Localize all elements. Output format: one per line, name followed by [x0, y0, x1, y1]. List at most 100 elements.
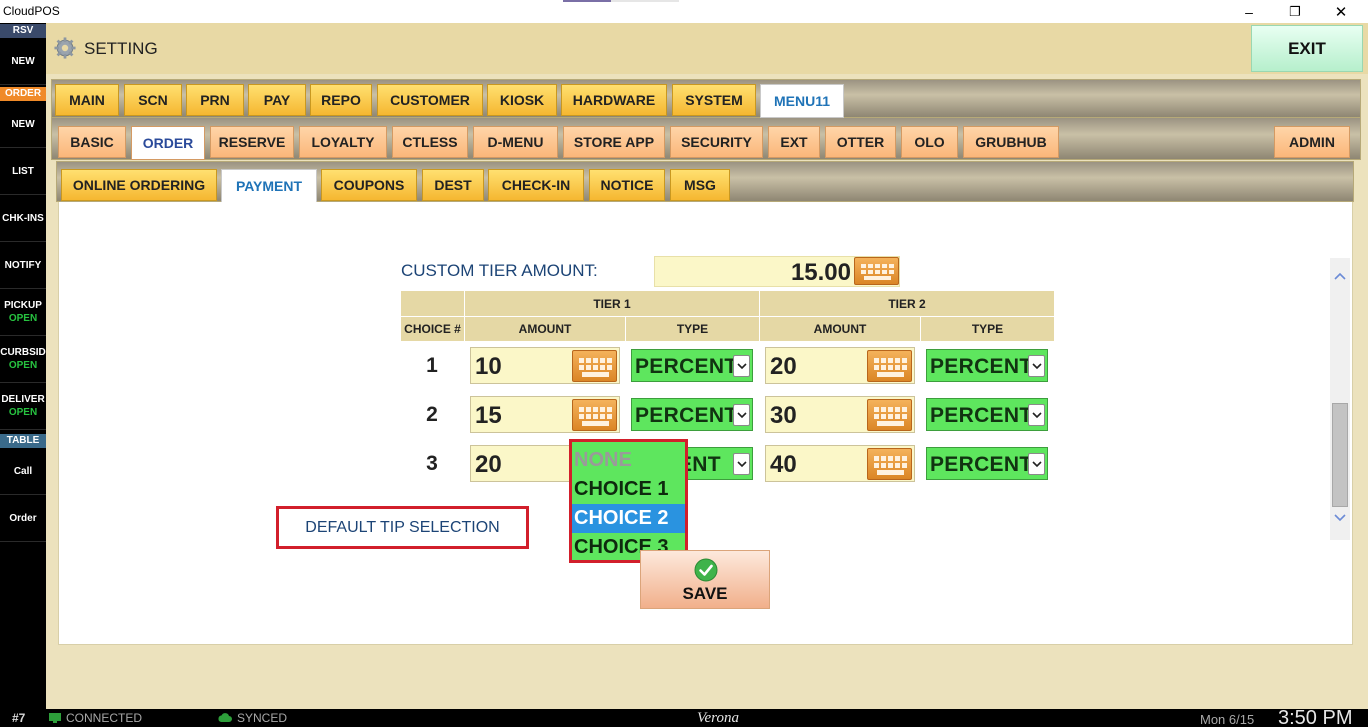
- tab-repo[interactable]: REPO: [310, 84, 372, 116]
- sidebar-item-call[interactable]: Call: [0, 448, 46, 495]
- tab-coupons[interactable]: COUPONS: [321, 169, 417, 201]
- status-open: OPEN: [8, 360, 38, 371]
- tab-dest[interactable]: DEST: [422, 169, 484, 201]
- tab-msg[interactable]: MSG: [670, 169, 730, 201]
- tab-customer[interactable]: CUSTOMER: [377, 84, 483, 116]
- tab-pay[interactable]: PAY: [248, 84, 306, 116]
- tab-system[interactable]: SYSTEM: [672, 84, 756, 116]
- tier1-type-select[interactable]: PERCENT: [631, 398, 753, 431]
- tab-hardware[interactable]: HARDWARE: [561, 84, 667, 116]
- header-blank: [401, 291, 464, 316]
- scroll-down-icon[interactable]: [1330, 508, 1350, 528]
- cloud-icon: [218, 713, 232, 722]
- tab-grubhub[interactable]: GRUBHUB: [963, 126, 1059, 158]
- sidebar-item-rsv-new[interactable]: NEW: [0, 38, 46, 85]
- header-tier1-type: TYPE: [626, 317, 759, 341]
- choice-number: 1: [426, 354, 438, 377]
- network-icon: [49, 713, 61, 723]
- sidebar-item-curbside[interactable]: CURBSID OPEN: [0, 336, 46, 383]
- chevron-down-icon: [1028, 453, 1045, 475]
- sidebar-section-rsv: RSV: [0, 24, 46, 38]
- keyboard-icon[interactable]: [867, 448, 912, 480]
- status-bar: #7 CONNECTED SYNCED Verona Mon 6/15 3:50…: [0, 707, 1368, 727]
- header-choice: CHOICE #: [401, 317, 464, 341]
- sync-status: SYNCED: [237, 711, 288, 725]
- tab-menu11[interactable]: MENU11: [760, 84, 844, 118]
- vertical-scrollbar[interactable]: [1330, 258, 1350, 540]
- sidebar-item-order-new[interactable]: NEW: [0, 101, 46, 148]
- tab-basic[interactable]: BASIC: [58, 126, 126, 158]
- header-tier1-amount: AMOUNT: [465, 317, 625, 341]
- tier2-type-select[interactable]: PERCENT: [926, 398, 1048, 431]
- clock: 3:50 PM: [1278, 707, 1353, 727]
- tab-security[interactable]: SECURITY: [670, 126, 763, 158]
- left-sidebar: RSV NEW ORDER NEW LIST CHK-INS NOTIFY PI…: [0, 23, 46, 709]
- keyboard-icon[interactable]: [867, 399, 912, 431]
- default-tip-dropdown-list[interactable]: NONE CHOICE 1 CHOICE 2 CHOICE 3: [569, 439, 688, 563]
- tier2-type-select[interactable]: PERCENT: [926, 349, 1048, 382]
- date-label: Mon 6/15: [1200, 712, 1255, 727]
- choice-number: 2: [426, 403, 438, 426]
- title-bar: CloudPOS – ❐ ✕: [0, 0, 1368, 23]
- exit-button[interactable]: EXIT: [1251, 25, 1363, 72]
- tab-order[interactable]: ORDER: [131, 126, 205, 160]
- tab-olo[interactable]: OLO: [901, 126, 958, 158]
- default-tip-selection-label: DEFAULT TIP SELECTION: [276, 506, 529, 549]
- tab-d-menu[interactable]: D-MENU: [473, 126, 558, 158]
- tab-ext[interactable]: EXT: [768, 126, 820, 158]
- dropdown-option-choice-1[interactable]: CHOICE 1: [572, 475, 685, 504]
- title-accent-light: [611, 0, 679, 2]
- sidebar-item-pickup[interactable]: PICKUP OPEN: [0, 289, 46, 336]
- header-tier1: TIER 1: [465, 291, 759, 316]
- tab-prn[interactable]: PRN: [186, 84, 244, 116]
- dropdown-option-none[interactable]: NONE: [572, 446, 685, 475]
- choice-number: 3: [426, 452, 438, 475]
- save-button[interactable]: SAVE: [640, 550, 770, 609]
- connection-status: CONNECTED: [66, 711, 143, 725]
- tab-reserve[interactable]: RESERVE: [210, 126, 294, 158]
- tab-check-in[interactable]: CHECK-IN: [488, 169, 584, 201]
- header-tier2: TIER 2: [760, 291, 1054, 316]
- chevron-down-icon: [733, 355, 750, 377]
- tab-loyalty[interactable]: LOYALTY: [299, 126, 387, 158]
- gear-icon: [54, 37, 76, 59]
- page-title: SETTING: [84, 39, 158, 58]
- keyboard-icon[interactable]: [572, 399, 617, 431]
- tab-scn[interactable]: SCN: [124, 84, 182, 116]
- tab-notice[interactable]: NOTICE: [589, 169, 665, 201]
- close-icon[interactable]: ✕: [1318, 0, 1364, 23]
- header-tier2-amount: AMOUNT: [760, 317, 920, 341]
- chevron-down-icon: [733, 404, 750, 426]
- sidebar-item-list[interactable]: LIST: [0, 148, 46, 195]
- sidebar-item-delivery[interactable]: DELIVER OPEN: [0, 383, 46, 430]
- tab-ctless[interactable]: CTLESS: [392, 126, 468, 158]
- tab-kiosk[interactable]: KIOSK: [487, 84, 557, 116]
- sidebar-item-order[interactable]: Order: [0, 495, 46, 542]
- tier1-type-select[interactable]: PERCENT: [631, 349, 753, 382]
- sidebar-item-notify[interactable]: NOTIFY: [0, 242, 46, 289]
- keyboard-icon[interactable]: [572, 350, 617, 382]
- tab-otter[interactable]: OTTER: [825, 126, 896, 158]
- checkmark-icon: [694, 558, 718, 582]
- tab-payment[interactable]: PAYMENT: [221, 169, 317, 203]
- maximize-icon[interactable]: ❐: [1272, 0, 1318, 23]
- app-title: CloudPOS: [3, 4, 60, 18]
- chevron-down-icon: [1028, 404, 1045, 426]
- store-name: Verona: [697, 710, 739, 726]
- tab-online-ordering[interactable]: ONLINE ORDERING: [61, 169, 217, 201]
- header: SETTING EXIT: [46, 23, 1368, 74]
- tab-main[interactable]: MAIN: [55, 84, 119, 116]
- header-tier2-type: TYPE: [921, 317, 1054, 341]
- tier2-type-select[interactable]: PERCENT: [926, 447, 1048, 480]
- keyboard-icon[interactable]: [854, 257, 899, 285]
- sidebar-section-table: TABLE: [0, 434, 46, 448]
- scroll-up-icon[interactable]: [1330, 266, 1350, 286]
- keyboard-icon[interactable]: [867, 350, 912, 382]
- minimize-icon[interactable]: –: [1226, 0, 1272, 23]
- chevron-down-icon: [1028, 355, 1045, 377]
- dropdown-option-choice-2[interactable]: CHOICE 2: [572, 504, 685, 533]
- scrollbar-thumb[interactable]: [1332, 403, 1348, 507]
- sidebar-item-chk-ins[interactable]: CHK-INS: [0, 195, 46, 242]
- tab-store-app[interactable]: STORE APP: [563, 126, 665, 158]
- tab-admin[interactable]: ADMIN: [1274, 126, 1350, 158]
